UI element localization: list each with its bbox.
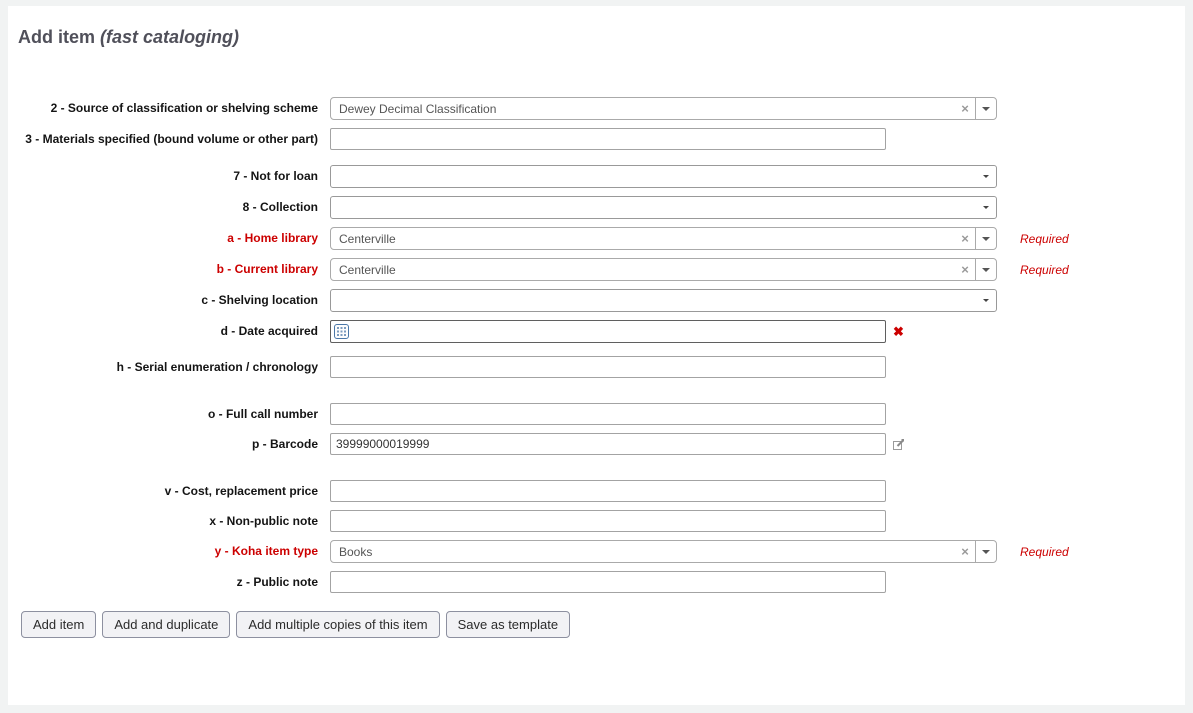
- button-add-multiple-copies[interactable]: Add multiple copies of this item: [236, 611, 439, 638]
- field-label-current-library: b - Current library: [18, 263, 318, 276]
- form-row-full-call-number: o - Full call number: [18, 403, 1185, 425]
- content-panel: Add item (fast cataloging) 2 - Source of…: [8, 6, 1185, 705]
- form-row-non-public-note: x - Non-public note: [18, 510, 1185, 532]
- field-collection-select[interactable]: [330, 196, 997, 219]
- field-full-call-number-input[interactable]: [330, 403, 886, 425]
- add-item-form: 2 - Source of classification or shelving…: [18, 97, 1185, 593]
- field-label-cost-replacement-price: v - Cost, replacement price: [18, 485, 318, 498]
- required-badge: Required: [1020, 545, 1069, 559]
- field-label-barcode: p - Barcode: [18, 438, 318, 451]
- form-row-home-library: a - Home library Centerville× Required: [18, 227, 1185, 250]
- required-badge: Required: [1020, 263, 1069, 277]
- field-label-collection: 8 - Collection: [18, 201, 318, 214]
- button-add-and-duplicate[interactable]: Add and duplicate: [102, 611, 230, 638]
- arrow-glyph: [982, 268, 990, 276]
- field-label-non-public-note: x - Non-public note: [18, 515, 318, 528]
- dropdown-arrow-icon[interactable]: [975, 259, 996, 280]
- clear-selection-icon[interactable]: ×: [955, 228, 975, 249]
- button-add-item[interactable]: Add item: [21, 611, 96, 638]
- dropdown-arrow-icon: [983, 175, 989, 181]
- form-row-barcode: p - Barcode: [18, 433, 1185, 455]
- button-save-as-template[interactable]: Save as template: [446, 611, 570, 638]
- page-title-suffix: (fast cataloging): [100, 27, 239, 47]
- dropdown-arrow-icon[interactable]: [975, 541, 996, 562]
- field-label-home-library: a - Home library: [18, 232, 318, 245]
- arrow-glyph: [982, 237, 990, 245]
- field-date-acquired-wrap: [330, 320, 886, 343]
- edit-icon[interactable]: [892, 438, 905, 451]
- field-koha-item-type-combobox[interactable]: Books×: [330, 540, 997, 563]
- field-shelving-location-select[interactable]: [330, 289, 997, 312]
- dropdown-arrow-icon: [983, 299, 989, 305]
- selected-value: Books: [331, 541, 955, 562]
- form-row-koha-item-type: y - Koha item type Books× Required: [18, 540, 1185, 563]
- form-actions: Add itemAdd and duplicateAdd multiple co…: [21, 611, 1185, 638]
- arrow-glyph: [982, 107, 990, 115]
- clear-date-icon[interactable]: ✖: [893, 320, 904, 343]
- field-home-library-combobox[interactable]: Centerville×: [330, 227, 997, 250]
- selected-value: Dewey Decimal Classification: [331, 98, 955, 119]
- field-public-note-input[interactable]: [330, 571, 886, 593]
- field-label-public-note: z - Public note: [18, 576, 318, 589]
- form-row-not-for-loan: 7 - Not for loan: [18, 165, 1185, 188]
- required-badge: Required: [1020, 232, 1069, 246]
- field-date-acquired-input[interactable]: [330, 320, 886, 343]
- form-row-current-library: b - Current library Centerville× Required: [18, 258, 1185, 281]
- field-label-classification: 2 - Source of classification or shelving…: [18, 102, 318, 115]
- field-not-for-loan-select[interactable]: [330, 165, 997, 188]
- form-row-serial-enumeration: h - Serial enumeration / chronology: [18, 356, 1185, 378]
- field-serial-enumeration-input[interactable]: [330, 356, 886, 378]
- dropdown-arrow-icon[interactable]: [975, 98, 996, 119]
- field-classification-combobox[interactable]: Dewey Decimal Classification×: [330, 97, 997, 120]
- clear-selection-icon[interactable]: ×: [955, 98, 975, 119]
- field-label-shelving-location: c - Shelving location: [18, 294, 318, 307]
- field-label-koha-item-type: y - Koha item type: [18, 545, 318, 558]
- field-label-not-for-loan: 7 - Not for loan: [18, 170, 318, 183]
- field-label-date-acquired: d - Date acquired: [18, 325, 318, 338]
- form-row-materials-specified: 3 - Materials specified (bound volume or…: [18, 128, 1185, 150]
- form-row-classification: 2 - Source of classification or shelving…: [18, 97, 1185, 120]
- field-cost-replacement-price-input[interactable]: [330, 480, 886, 502]
- dropdown-arrow-icon: [983, 206, 989, 212]
- dropdown-arrow-icon[interactable]: [975, 228, 996, 249]
- clear-selection-icon[interactable]: ×: [955, 259, 975, 280]
- field-label-materials-specified: 3 - Materials specified (bound volume or…: [18, 133, 318, 146]
- field-label-serial-enumeration: h - Serial enumeration / chronology: [18, 361, 318, 374]
- field-barcode-input[interactable]: [330, 433, 886, 455]
- page-title-text: Add item: [18, 27, 95, 47]
- form-row-date-acquired: d - Date acquired ✖: [18, 320, 1185, 343]
- field-label-full-call-number: o - Full call number: [18, 408, 318, 421]
- form-row-shelving-location: c - Shelving location: [18, 289, 1185, 312]
- selected-value: Centerville: [331, 259, 955, 280]
- page-title: Add item (fast cataloging): [18, 26, 1185, 48]
- calendar-icon[interactable]: [334, 324, 349, 339]
- field-materials-specified-input[interactable]: [330, 128, 886, 150]
- form-row-cost-replacement-price: v - Cost, replacement price: [18, 480, 1185, 502]
- clear-selection-icon[interactable]: ×: [955, 541, 975, 562]
- field-non-public-note-input[interactable]: [330, 510, 886, 532]
- field-current-library-combobox[interactable]: Centerville×: [330, 258, 997, 281]
- form-row-collection: 8 - Collection: [18, 196, 1185, 219]
- form-row-public-note: z - Public note: [18, 571, 1185, 593]
- selected-value: Centerville: [331, 228, 955, 249]
- arrow-glyph: [982, 550, 990, 558]
